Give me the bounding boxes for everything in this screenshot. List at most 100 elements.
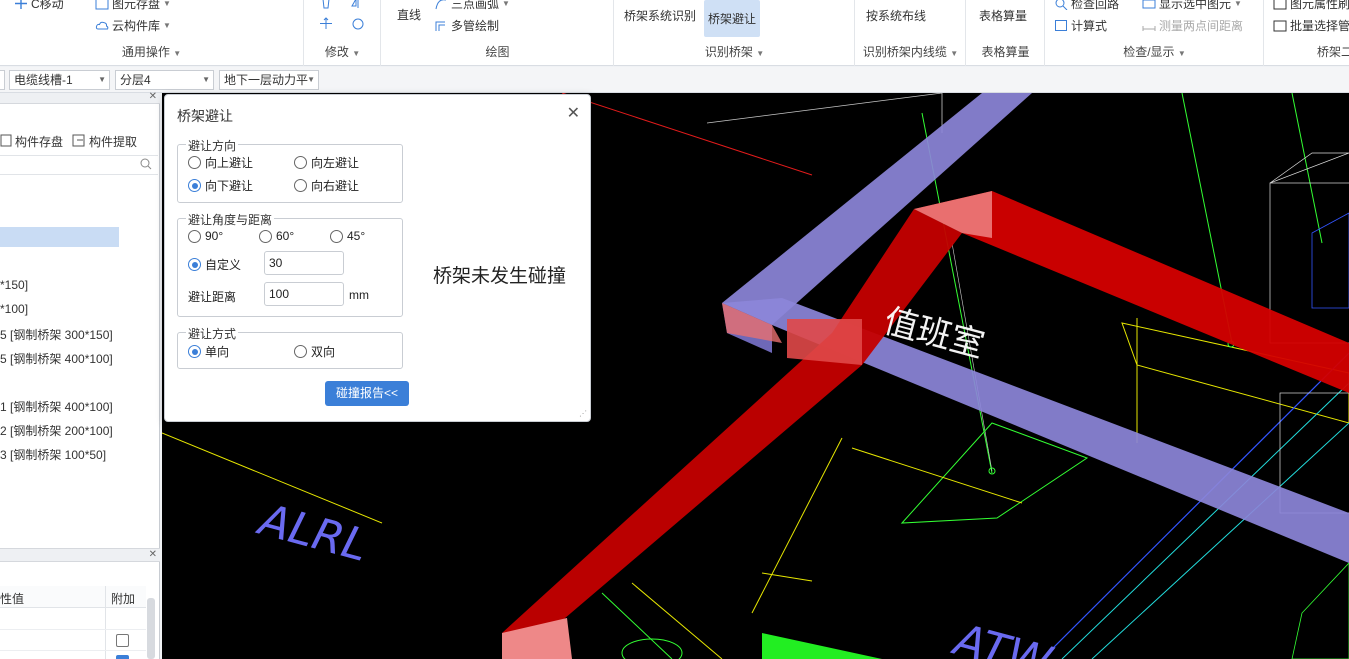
component-extract-button[interactable]: 构件提取 (72, 133, 137, 150)
table-row[interactable] (0, 609, 146, 630)
element-property-button[interactable]: 图元属性刷 (1273, 0, 1349, 12)
bridge-recognize-button[interactable]: 桥架系统识别 (624, 7, 696, 24)
mode-single-radio[interactable]: 单向 (188, 343, 229, 360)
tree-item[interactable]: *150] (0, 278, 28, 292)
angle-45-radio[interactable]: 45° (330, 229, 365, 243)
table-calc-button[interactable]: 表格算量 (979, 7, 1027, 24)
batch-select-button[interactable]: 批量选择管 (1273, 17, 1349, 34)
attach-checkbox[interactable] (116, 655, 129, 659)
table-row[interactable] (0, 651, 146, 659)
tree-item[interactable]: 3 [钢制桥架 100*50] (0, 446, 106, 463)
layer-select[interactable]: 分层4 ▼ (115, 70, 214, 90)
component-save-button[interactable]: 构件存盘 (0, 133, 63, 150)
tree-item[interactable]: 5 [钢制桥架 300*150] (0, 326, 113, 343)
mode-double-radio[interactable]: 双向 (294, 343, 335, 360)
collision-report-button[interactable]: 碰撞报告<< (325, 381, 409, 406)
floor-select[interactable]: 地下一层动力平 ▼ (219, 70, 319, 90)
toolbar-left-stub (0, 70, 5, 90)
angle-60-radio[interactable]: 60° (259, 229, 294, 243)
tree-item[interactable]: *100] (0, 302, 28, 316)
show-selected-icon (1142, 0, 1156, 10)
property-toolbar: 电缆线槽-1 ▼ 分层4 ▼ 地下一层动力平 ▼ (0, 67, 1349, 93)
tree-item[interactable]: 5 [钢制桥架 400*100] (0, 350, 113, 367)
resize-grip-icon[interactable]: ⋰ (579, 409, 587, 418)
red-cable-tray[interactable] (502, 191, 1349, 659)
tree-item[interactable]: 1 [钢制桥架 400*100] (0, 398, 113, 415)
save-component-button[interactable]: 图元存盘 ▼ (95, 0, 171, 12)
recognize-bridge-group-label[interactable]: 识别桥架 ▼ (615, 43, 854, 60)
draw-group-label: 绘图 (485, 45, 510, 59)
property-grid-header: 性值 附加 (0, 586, 146, 608)
angle-distance-legend: 避让角度与距离 (186, 211, 275, 228)
attach-checkbox[interactable] (116, 634, 129, 647)
ribbon-group-bridge-two: 图元属性刷 批量选择管 桥架二 (1265, 0, 1349, 66)
dir-down-radio[interactable]: 向下避让 (188, 177, 253, 194)
ribbon-group-recognize-bridge: 桥架系统识别 桥架避让 识别桥架 ▼ (615, 0, 855, 66)
line-button[interactable]: 直线 (397, 6, 421, 23)
extract-icon (72, 134, 86, 150)
code-label-text: ATW (946, 614, 1058, 659)
close-icon[interactable]: ✕ (567, 103, 580, 123)
close-icon[interactable]: ✕ (149, 549, 157, 560)
component-search-input[interactable] (0, 155, 158, 175)
mirror-icon (351, 0, 365, 9)
by-system-wiring-button[interactable]: 按系统布线 (866, 7, 926, 24)
modify-group-label[interactable]: 修改 ▼ (305, 43, 380, 60)
code-label-text: ALRL (251, 494, 373, 572)
tree-item-selected[interactable] (0, 227, 119, 247)
angle-custom-radio[interactable]: 自定义 (188, 256, 241, 273)
dir-up-radio[interactable]: 向上避让 (188, 154, 253, 171)
mode-legend: 避让方式 (186, 325, 239, 342)
delete-button[interactable] (319, 0, 333, 9)
calculator-icon (1054, 19, 1068, 32)
cloud-library-button[interactable]: 云构件库 ▼ (95, 17, 171, 34)
move-icon (14, 0, 28, 10)
angle-90-radio[interactable]: 90° (188, 229, 223, 243)
search-icon (140, 158, 152, 173)
tree-item[interactable]: 2 [钢制桥架 200*100] (0, 422, 113, 439)
column-header-value: 性值 (0, 592, 25, 606)
distance-input[interactable]: 100 (264, 282, 344, 306)
table-row[interactable] (0, 630, 146, 651)
bridge-avoid-dialog: 桥架避让 ✕ 避让方向 向上避让 向左避让 向下避让 向右避让 避让角度与距离 … (164, 94, 591, 422)
measure-two-points-button[interactable]: 测量两点间距离 (1142, 17, 1243, 34)
check-show-group-label[interactable]: 检查/显示 ▼ (1046, 43, 1263, 60)
mode-fieldset: 避让方式 单向 双向 (177, 325, 403, 369)
cable-tray-select[interactable]: 电缆线槽-1 ▼ (9, 70, 110, 90)
multi-pipe-icon (434, 19, 448, 32)
check-loop-button[interactable]: 检查回路 (1054, 0, 1119, 12)
multi-pipe-button[interactable]: 多管绘制 (434, 17, 499, 34)
dialog-title: 桥架避让 (177, 108, 233, 124)
cloud-icon (95, 19, 109, 32)
direction-legend: 避让方向 (186, 137, 239, 154)
dir-left-radio[interactable]: 向左避让 (294, 154, 359, 171)
measure-icon (1142, 19, 1156, 32)
dir-right-radio[interactable]: 向右避让 (294, 177, 359, 194)
ribbon-group-recognize-cable: 按系统布线 识别桥架内线缆 ▼ (856, 0, 966, 66)
rotate-button[interactable] (351, 17, 365, 30)
arc-icon (434, 0, 448, 10)
mirror-button[interactable] (351, 0, 365, 9)
angle-distance-fieldset: 避让角度与距离 90° 60° 45° 自定义 30 避让距离 100 mm (177, 211, 403, 317)
calculator-button[interactable]: 计算式 (1054, 17, 1107, 34)
collision-status-message: 桥架未发生碰撞 (433, 266, 567, 287)
delete-icon (319, 0, 333, 9)
ribbon-group-modify: 修改 ▼ (305, 0, 381, 66)
custom-angle-input[interactable]: 30 (264, 251, 344, 275)
recognize-cable-group-label[interactable]: 识别桥架内线缆 ▼ (856, 43, 965, 60)
show-selected-button[interactable]: 显示选中图元 ▼ (1142, 0, 1242, 12)
ribbon-group-draw: 直线 三点画弧 ▼ 多管绘制 绘图 (382, 0, 614, 66)
bridge-two-group-label: 桥架二 (1317, 45, 1349, 59)
distance-label: 避让距离 (188, 290, 237, 304)
general-group-label[interactable]: 通用操作 ▼ (0, 43, 303, 60)
property-scrollbar[interactable] (147, 598, 155, 659)
close-icon[interactable]: ✕ (149, 91, 157, 102)
move-button[interactable]: C移动 (14, 0, 64, 12)
move-copy-button[interactable] (319, 17, 333, 30)
three-point-arc-button[interactable]: 三点画弧 ▼ (434, 0, 510, 12)
batch-select-icon (1273, 19, 1287, 32)
distance-unit: mm (349, 288, 369, 302)
property-panel-header: ✕ (0, 548, 160, 562)
check-loop-icon (1054, 0, 1068, 11)
bridge-avoid-button[interactable]: 桥架避让 (704, 0, 761, 37)
